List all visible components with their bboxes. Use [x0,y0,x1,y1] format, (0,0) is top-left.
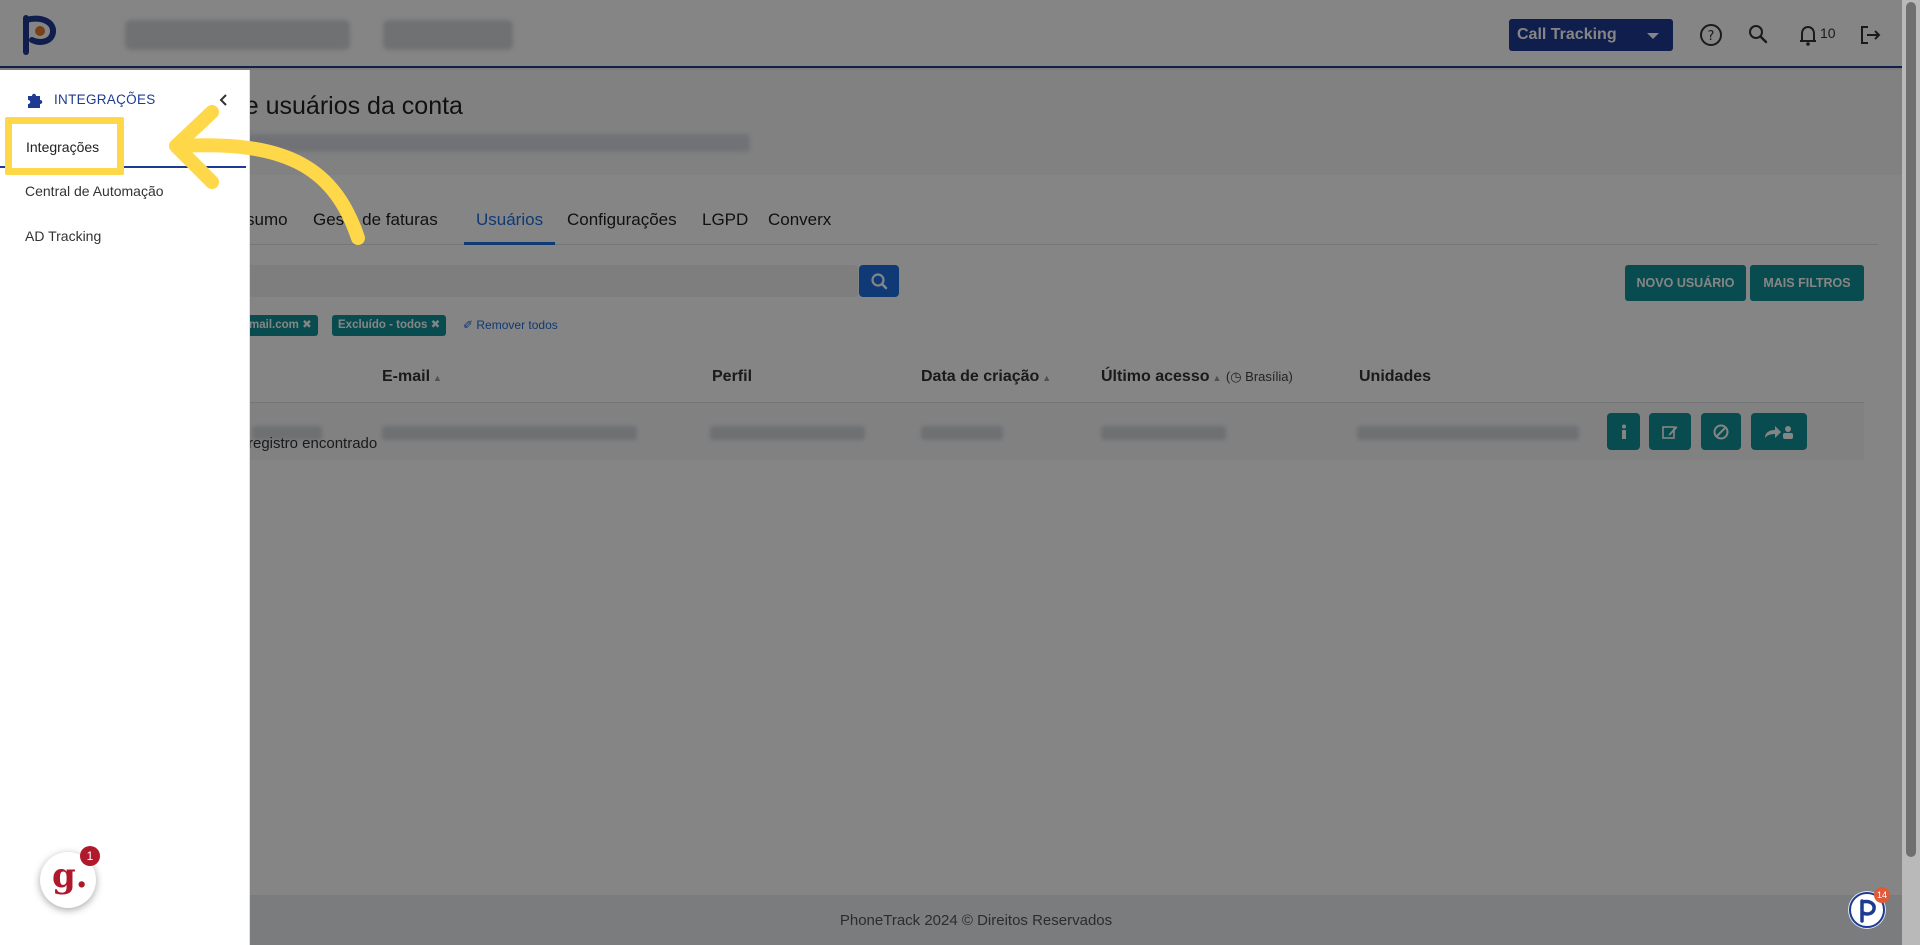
phonetrack-logo[interactable] [20,12,60,56]
cell-units-blurred [1357,426,1579,440]
account-selector-blurred[interactable] [125,20,350,50]
search-button[interactable] [859,265,899,297]
bell-icon[interactable] [1793,20,1823,50]
more-filters-button[interactable]: MAIS FILTROS [1750,265,1864,301]
edit-icon [1662,425,1678,439]
col-email-label: E-mail [382,368,431,385]
sidebar-menu: INTEGRAÇÕES Central de Automação AD Trac… [0,70,250,945]
tab-configuracoes[interactable]: Configurações [567,207,677,245]
footer: PhoneTrack 2024 © Direitos Reservados [0,895,1902,945]
sidebar-item-integracoes[interactable]: Integrações [26,139,99,155]
logout-icon[interactable] [1855,20,1885,50]
product-select-value: Call Tracking [1517,26,1617,43]
notification-count: 10 [1820,25,1836,41]
col-last-access[interactable]: Último acesso ▲ (◷ Brasília) [1101,368,1293,386]
breadcrumb [210,134,750,152]
info-icon [1621,424,1626,439]
search-icon[interactable] [1743,20,1773,50]
help-icon[interactable]: ? [1696,20,1726,50]
highlight-box: Integrações [5,117,124,175]
product-select[interactable]: Call Tracking [1509,19,1673,51]
timezone-label: (◷ Brasília) [1225,369,1293,384]
col-units: Unidades [1359,368,1432,385]
col-email[interactable]: E-mail ▲ [382,368,442,386]
support-badge: 14 [1874,887,1890,903]
sidebar-section-integracoes[interactable]: INTEGRAÇÕES [0,84,250,114]
timezone-value: Brasília [1245,369,1289,384]
sidebar-item-central-automacao[interactable]: Central de Automação [25,183,164,199]
tab-lgpd[interactable]: LGPD [702,207,748,245]
user-selector-blurred[interactable] [383,20,513,50]
info-button[interactable] [1607,413,1640,450]
col-created-label: Data de criação [921,368,1040,385]
ban-icon [1713,424,1729,439]
cell-created-blurred [921,426,1003,440]
transfer-user-button[interactable] [1751,413,1807,450]
svg-text:?: ? [1708,29,1715,44]
tab-bar: sumo Gesʼo de faturas Usuários Configura… [0,207,1878,245]
tab-gestao-faturas[interactable]: Gesʼo de faturas [313,207,438,245]
top-header: Call Tracking ? 10 [0,0,1902,68]
col-last-access-label: Último acesso [1101,368,1210,385]
chevron-left-icon[interactable] [218,93,230,107]
puzzle-icon [28,93,43,108]
sidebar-item-ad-tracking[interactable]: AD Tracking [25,228,101,244]
sort-icon: ▲ [1212,373,1222,383]
cell-last-access-blurred [1101,426,1226,440]
sort-icon: ▲ [433,373,442,383]
scrollbar-thumb[interactable] [1906,2,1916,857]
filter-chip-excluido[interactable]: Excluído - todos ✖ [332,315,447,336]
clock-icon: ◷ [1230,369,1242,384]
tab-consumo[interactable]: sumo [246,207,288,245]
empty-results-message: registro encontrado [248,435,378,452]
sidebar-section-label: INTEGRAÇÕES [54,92,156,107]
support-fab[interactable]: 14 [1848,887,1890,929]
eraser-icon: ✐ [463,318,477,332]
sort-icon: ▲ [1042,373,1052,383]
remove-all-label: Remover todos [476,318,558,332]
tab-usuarios[interactable]: Usuários [464,207,556,245]
new-user-button[interactable]: NOVO USUÁRIO [1625,265,1746,301]
col-created[interactable]: Data de criação ▲ [921,368,1051,386]
remove-all-filters-link[interactable]: ✐ Remover todos [463,318,558,332]
cell-profile-blurred [710,426,865,440]
col-profile: Perfil [712,368,753,385]
footer-text: PhoneTrack 2024 © Direitos Reservados [839,912,1113,929]
cell-email-blurred [382,426,637,440]
block-button[interactable] [1701,413,1741,450]
edit-button[interactable] [1649,413,1691,450]
search-icon [871,273,888,290]
main-content: o de usuários da conta sumo Gesʼo de fat… [0,70,1902,945]
chat-widget[interactable]: g. 1 [40,846,100,908]
tab-converx[interactable]: Converx [768,207,831,245]
title-band: o de usuários da conta [0,70,1902,175]
chat-badge: 1 [80,846,100,866]
chevron-down-icon [1647,33,1659,39]
share-user-icon [1765,425,1793,439]
